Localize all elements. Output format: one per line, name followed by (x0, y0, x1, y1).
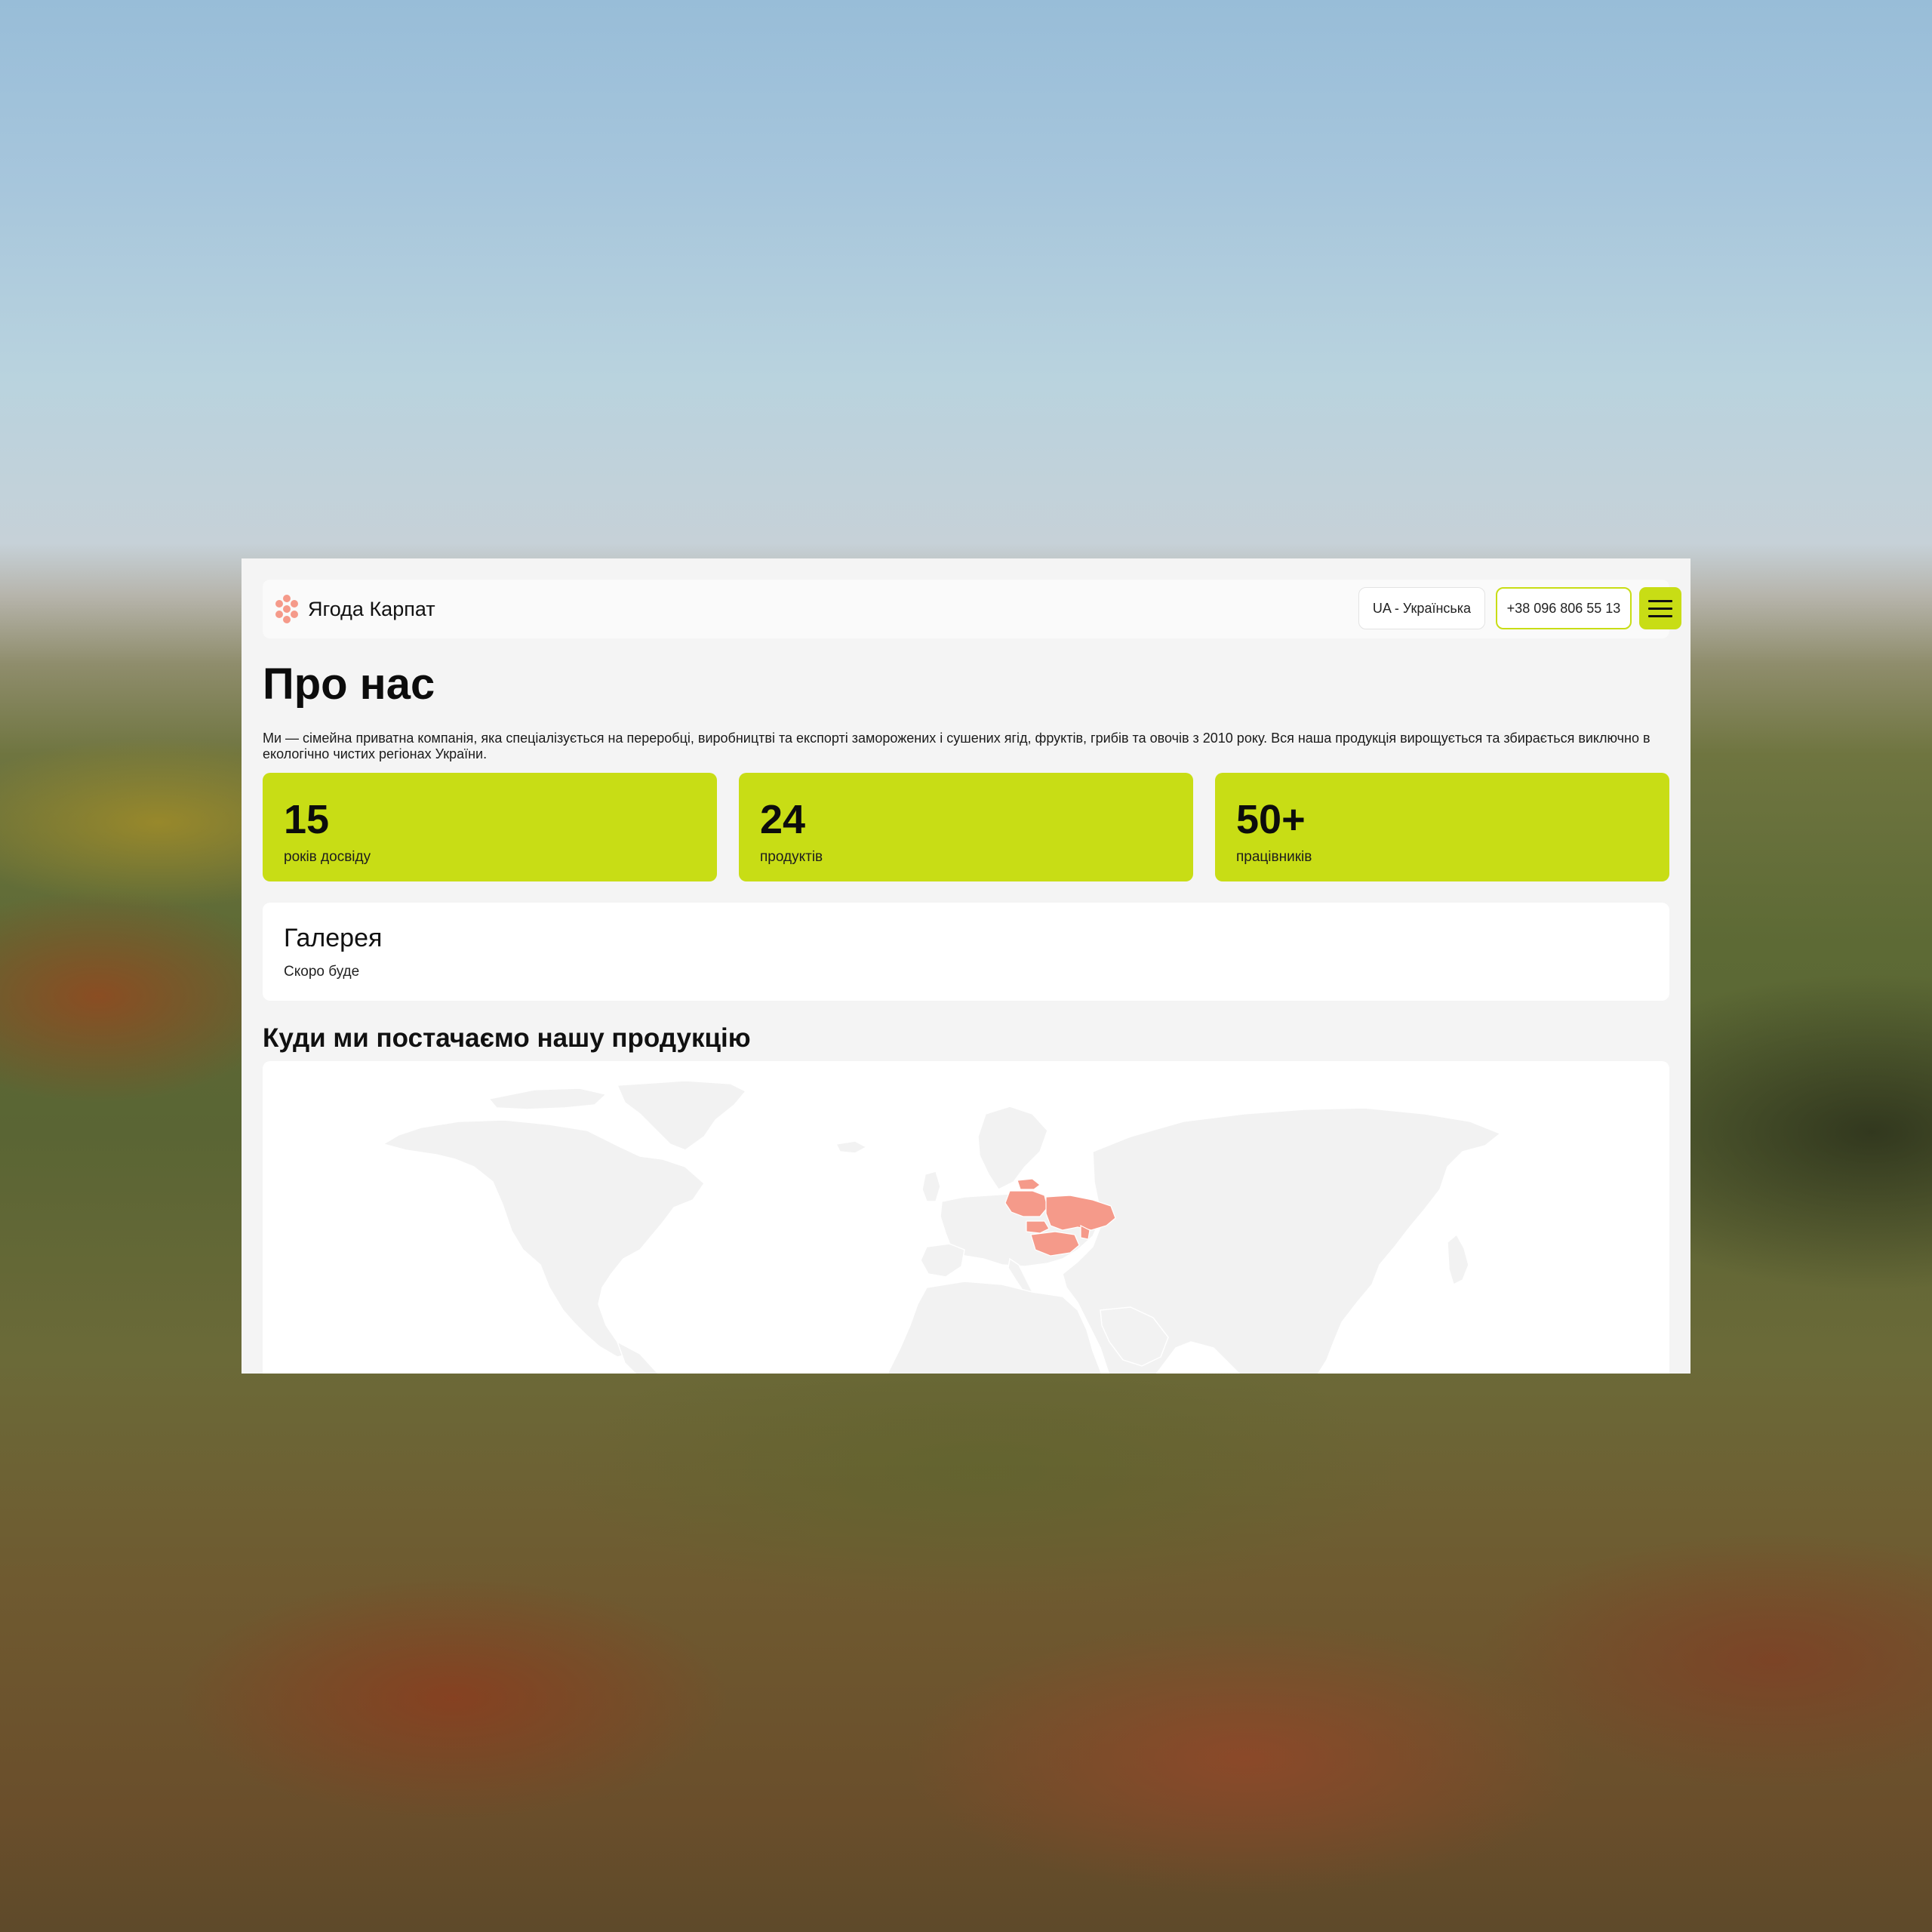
gallery-subtitle: Скоро буде (284, 964, 360, 980)
japan (1447, 1233, 1469, 1286)
greenland (616, 1080, 747, 1151)
gallery-title: Галерея (284, 924, 383, 952)
hamburger-icon (1648, 600, 1672, 602)
stat-label: продуктів (760, 849, 823, 865)
page-panel: Ягода Карпат UA - Українська +38 096 806… (242, 558, 1690, 1374)
world-map[interactable] (263, 1061, 1669, 1374)
stat-value: 50+ (1236, 797, 1306, 842)
central-america (616, 1340, 660, 1374)
site-header: Ягода Карпат UA - Українська +38 096 806… (263, 580, 1681, 638)
stat-value: 15 (284, 797, 330, 842)
stat-card-experience: 15 років досвіду (263, 773, 717, 881)
stat-value: 24 (760, 797, 806, 842)
stat-label: років досвіду (284, 849, 371, 865)
hamburger-icon (1648, 608, 1672, 610)
scandinavia (977, 1106, 1048, 1190)
map-title: Куди ми постачаємо нашу продукцію (263, 1023, 751, 1053)
lithuania-highlight (1017, 1178, 1041, 1190)
page-title: Про нас (263, 660, 435, 709)
about-intro: Ми — сімейна приватна компанія, яка спец… (263, 731, 1651, 761)
gallery-card: Галерея Скоро буде (263, 903, 1669, 1001)
world-map-card[interactable] (263, 1061, 1669, 1374)
language-selector[interactable]: UA - Українська (1358, 587, 1485, 629)
iceland (835, 1140, 868, 1154)
brand-name[interactable]: Ягода Карпат (308, 595, 435, 623)
north-america (382, 1119, 705, 1358)
arctic-islands (488, 1088, 608, 1110)
hamburger-icon (1648, 615, 1672, 617)
berry-logo-icon[interactable] (272, 593, 302, 625)
phone-button[interactable]: +38 096 806 55 13 (1496, 587, 1632, 629)
menu-button[interactable] (1639, 587, 1681, 629)
stat-card-employees: 50+ працівників (1215, 773, 1669, 881)
uk (921, 1171, 941, 1202)
stat-card-products: 24 продуктів (739, 773, 1193, 881)
stat-label: працівників (1236, 849, 1312, 865)
iberia (920, 1243, 965, 1278)
